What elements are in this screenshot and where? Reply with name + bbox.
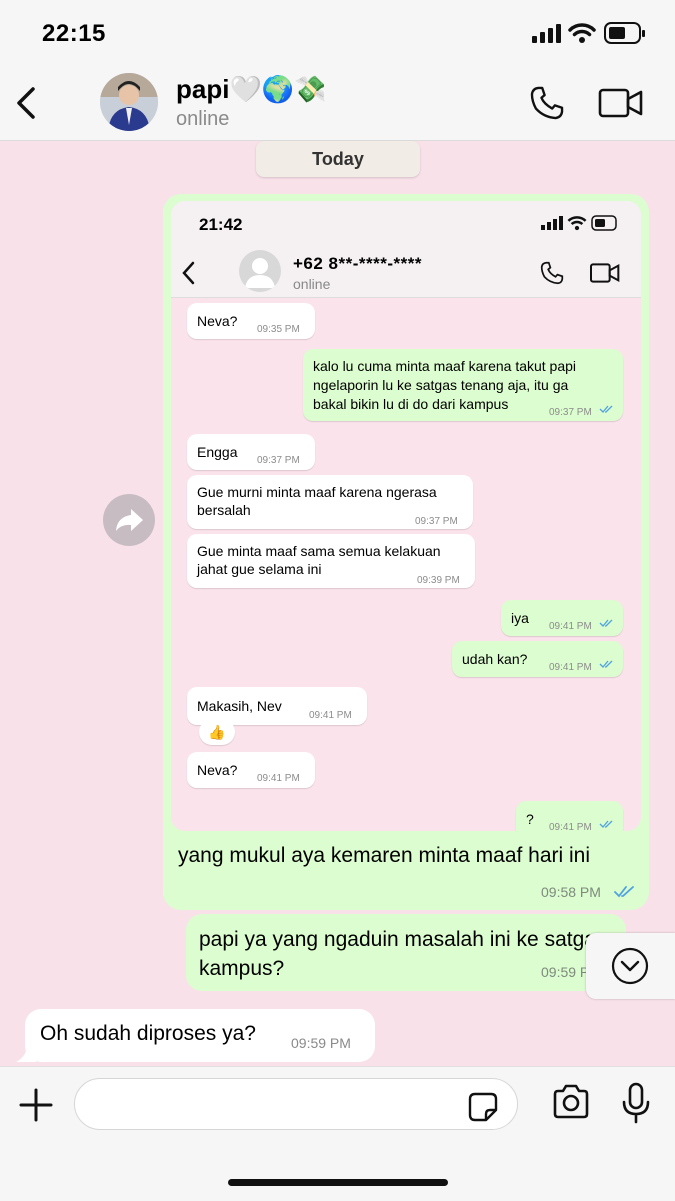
message-time: 09:41 PM (549, 621, 592, 632)
message-time: 09:41 PM (309, 710, 352, 721)
double-check-icon (599, 619, 613, 627)
screenshot-contact-name: +62 8**-****-**** (293, 254, 422, 273)
screenshot-message-in: Neva? 09:41 PM (187, 752, 315, 788)
message-text: Engga (197, 444, 238, 460)
chevron-down-icon (611, 947, 649, 985)
message-text: Neva? (197, 762, 238, 778)
screenshot-wifi-icon (567, 216, 587, 231)
message-text: Oh sudah diproses ya? (40, 1022, 256, 1045)
message-line: ngelaporin lu ke satgas tenang aja, itu … (313, 377, 569, 393)
contact-status: online (176, 108, 230, 130)
message-time: 09:41 PM (257, 773, 300, 784)
screenshot-back-icon (182, 261, 195, 285)
message-line: Gue minta maaf sama semua kelakuan (197, 543, 441, 559)
double-check-icon (599, 820, 613, 828)
message-time: 09:59 PM (291, 1035, 351, 1051)
signal-icon (532, 24, 561, 43)
message-bubble-in[interactable]: Oh sudah diproses ya? 09:59 PM (25, 1009, 375, 1062)
message-line: kalo lu cuma minta maaf karena takut pap… (313, 358, 577, 374)
video-icon[interactable] (598, 88, 644, 118)
message-time: 09:58 PM (541, 884, 601, 900)
message-time: 09:35 PM (257, 324, 300, 335)
message-time: 09:37 PM (415, 516, 458, 527)
message-text: Neva? (197, 313, 238, 329)
message-line: jahat gue selama ini (197, 561, 322, 577)
forward-button[interactable] (103, 494, 155, 546)
screenshot-battery-icon (591, 215, 617, 231)
screenshot-message-in: Gue murni minta maaf karena ngerasa bers… (187, 475, 473, 529)
message-text: Makasih, Nev (197, 698, 282, 714)
screenshot-message-out: iya 09:41 PM (501, 600, 623, 636)
screenshot-video-icon (589, 263, 620, 283)
message-time: 09:37 PM (257, 455, 300, 466)
contact-name[interactable]: papi🤍🌍💸 (176, 74, 327, 105)
home-indicator (228, 1179, 448, 1186)
scroll-to-bottom-button[interactable] (586, 933, 675, 999)
avatar[interactable] (100, 73, 158, 131)
message-text: ? (526, 811, 534, 827)
screenshot-message-out: udah kan? 09:41 PM (452, 641, 623, 677)
message-time: 09:41 PM (549, 822, 592, 831)
wifi-icon (568, 23, 596, 43)
mic-icon[interactable] (620, 1082, 652, 1124)
screenshot-signal-icon (541, 216, 563, 230)
double-check-icon (599, 660, 613, 668)
screenshot-message-out: ? 09:41 PM (516, 801, 623, 831)
double-check-icon (614, 886, 634, 898)
plus-icon[interactable] (18, 1087, 54, 1123)
screenshot-message-in: Engga 09:37 PM (187, 434, 315, 470)
message-time: 09:37 PM (549, 407, 592, 418)
double-check-icon (599, 405, 613, 413)
status-time: 22:15 (42, 20, 106, 47)
battery-icon (604, 22, 645, 44)
camera-icon[interactable] (551, 1084, 591, 1120)
forward-icon (116, 509, 143, 531)
message-bubble-out[interactable]: papi ya yang ngaduin masalah ini ke satg… (186, 914, 626, 991)
message-text: udah kan? (462, 651, 528, 667)
screenshot-message-out: kalo lu cuma minta maaf karena takut pap… (303, 349, 623, 421)
message-line: papi ya yang ngaduin masalah ini ke satg… (199, 928, 607, 951)
date-pill: Today (256, 141, 420, 177)
message-input[interactable] (74, 1078, 518, 1130)
screenshot-avatar (239, 250, 281, 292)
screenshot-message-in: Neva? 09:35 PM (187, 303, 315, 339)
screenshot-image[interactable]: 21:42 +62 8**-****-**** online Neva? 09:… (171, 201, 641, 831)
screenshot-contact-status: online (293, 276, 331, 292)
message-line: Gue murni minta maaf karena ngerasa (197, 484, 437, 500)
phone-icon[interactable] (528, 84, 566, 122)
sticker-icon[interactable] (467, 1091, 499, 1123)
message-text: iya (511, 610, 529, 626)
message-time: 09:41 PM (549, 662, 592, 673)
back-icon[interactable] (14, 86, 38, 120)
screenshot-message-in: Gue minta maaf sama semua kelakuan jahat… (187, 534, 475, 588)
message-time: 09:39 PM (417, 575, 460, 586)
screenshot-time: 21:42 (199, 215, 243, 234)
screenshot-phone-icon (540, 261, 564, 285)
reaction-badge: 👍 (199, 719, 235, 745)
message-line: bersalah (197, 502, 251, 518)
message-text: yang mukul aya kemaren minta maaf hari i… (178, 844, 591, 867)
message-line: bakal bikin lu di do dari kampus (313, 396, 509, 412)
